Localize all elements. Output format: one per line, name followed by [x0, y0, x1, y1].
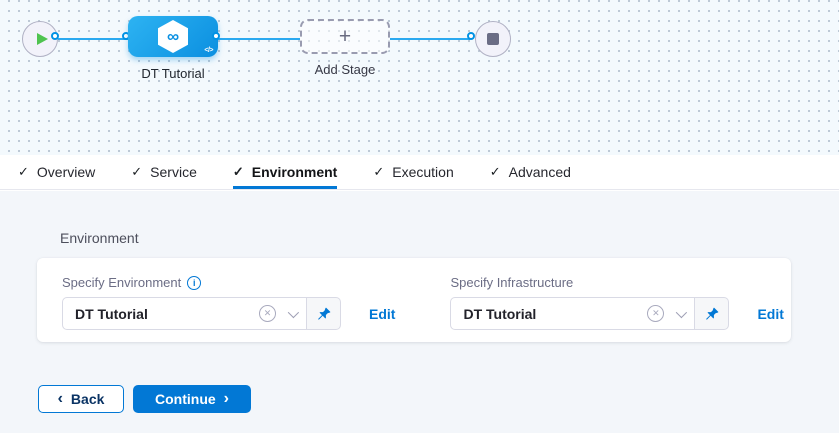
environment-field-group: Specify Environment i ✕ — [62, 275, 395, 342]
pipeline-canvas[interactable]: ∞ </> DT Tutorial + Add Stage — [0, 0, 839, 155]
check-icon: ✓ — [131, 164, 142, 180]
pipeline-end-node — [475, 21, 511, 57]
check-icon: ✓ — [233, 164, 244, 180]
tab-label: Environment — [252, 164, 338, 180]
stage-configuration-screen: ∞ </> DT Tutorial + Add Stage ✓ Overview… — [0, 0, 839, 433]
chevron-right-icon: › — [224, 391, 229, 407]
chevron-down-icon[interactable] — [288, 306, 299, 317]
section-title: Environment — [60, 230, 139, 246]
environment-field-label: Specify Environment — [62, 275, 181, 290]
stop-icon — [487, 33, 499, 45]
stage-tabs: ✓ Overview ✓ Service ✓ Environment ✓ Exe… — [0, 155, 839, 190]
deploy-stage-icon: ∞ — [158, 20, 188, 53]
play-icon — [37, 33, 48, 45]
chevron-left-icon: ‹ — [58, 391, 63, 407]
add-stage-button[interactable]: + — [300, 19, 390, 54]
clear-icon[interactable]: ✕ — [647, 305, 664, 322]
pin-icon — [705, 307, 719, 321]
environment-card: Specify Environment i ✕ — [37, 258, 791, 342]
infinity-glyph: ∞ — [167, 28, 179, 45]
check-icon: ✓ — [18, 164, 29, 180]
connector-line — [57, 38, 128, 40]
code-icon: </> — [204, 47, 213, 54]
tab-label: Service — [150, 164, 197, 180]
infrastructure-field-group: Specify Infrastructure ✕ — [450, 275, 783, 342]
tab-overview[interactable]: ✓ Overview — [18, 155, 95, 189]
plus-icon: + — [339, 25, 351, 49]
infrastructure-field-label: Specify Infrastructure — [450, 275, 573, 290]
stage-name-label: DT Tutorial — [118, 66, 228, 81]
connector-port — [51, 32, 59, 40]
environment-tab-panel: Environment Specify Environment i ✕ — [0, 191, 839, 433]
pin-button[interactable] — [307, 297, 341, 330]
back-button[interactable]: ‹ Back — [38, 385, 124, 413]
check-icon: ✓ — [490, 164, 501, 180]
tab-advanced[interactable]: ✓ Advanced — [490, 155, 571, 189]
environment-edit-link[interactable]: Edit — [369, 306, 395, 322]
infrastructure-select-input[interactable] — [463, 306, 647, 322]
tab-environment[interactable]: ✓ Environment — [233, 155, 337, 189]
add-stage-label: Add Stage — [300, 62, 390, 77]
connector-port — [212, 32, 220, 40]
tab-execution[interactable]: ✓ Execution — [373, 155, 453, 189]
connector-line — [218, 38, 300, 40]
connector-line — [390, 38, 470, 40]
tab-label: Advanced — [509, 164, 571, 180]
tab-label: Execution — [392, 164, 453, 180]
check-icon: ✓ — [373, 164, 384, 180]
clear-icon[interactable]: ✕ — [259, 305, 276, 322]
chevron-down-icon[interactable] — [676, 306, 687, 317]
info-icon[interactable]: i — [187, 276, 201, 290]
connector-port — [467, 32, 475, 40]
stage-node-dt-tutorial[interactable]: ∞ </> — [128, 16, 218, 57]
infrastructure-select[interactable]: ✕ — [450, 297, 695, 330]
tab-service[interactable]: ✓ Service — [131, 155, 197, 189]
environment-select-input[interactable] — [75, 306, 259, 322]
pin-button[interactable] — [695, 297, 729, 330]
environment-select[interactable]: ✕ — [62, 297, 307, 330]
continue-button[interactable]: Continue › — [133, 385, 251, 413]
infrastructure-edit-link[interactable]: Edit — [757, 306, 783, 322]
tab-label: Overview — [37, 164, 95, 180]
pin-icon — [317, 307, 331, 321]
